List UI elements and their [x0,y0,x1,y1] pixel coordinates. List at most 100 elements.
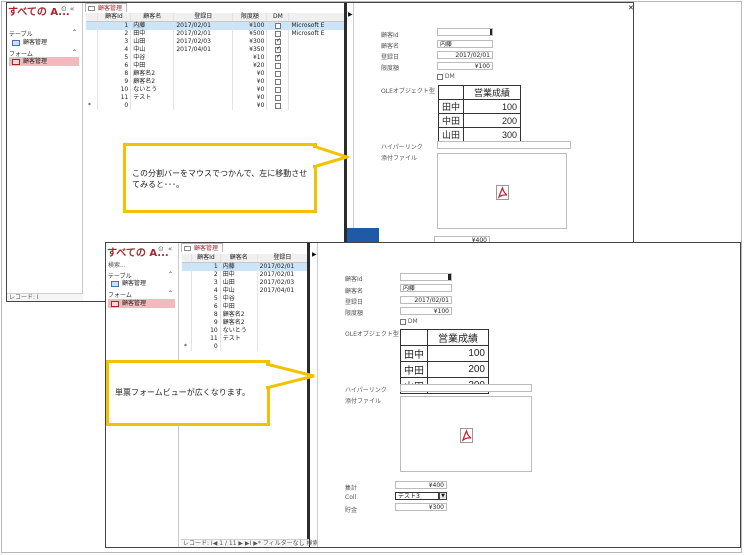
ole-object[interactable]: 営業成績田中100中田200山田300 [437,85,522,142]
name-cell[interactable]: 中谷 [220,295,258,303]
table-row[interactable]: 3 山田 2017/02/03 [182,279,309,287]
limit-field[interactable]: ¥100 [437,62,493,70]
attachment-cell[interactable] [288,70,346,78]
date-cell[interactable]: 2017/02/01 [257,271,309,279]
attachment-cell[interactable] [288,38,346,46]
dm-cell[interactable] [266,21,290,30]
attachment-cell[interactable] [288,54,346,62]
row-selector[interactable] [182,295,193,303]
id-cell[interactable]: 10 [191,327,221,335]
row-selector[interactable] [182,311,193,319]
dm-cell[interactable] [266,86,290,94]
coll-combo[interactable]: テスト3 [395,492,439,500]
row-selector[interactable] [182,319,193,327]
table-row[interactable]: 10 ないとう ¥0 [86,86,346,94]
name-field[interactable]: 内藤 [400,284,452,292]
id-cell[interactable]: 10 [97,86,132,94]
date-cell[interactable]: 2017/04/01 [173,46,234,54]
row-selector[interactable] [182,327,193,335]
checkbox-icon[interactable] [274,53,281,61]
checkbox-icon[interactable] [274,78,281,85]
hyperlink-field[interactable] [437,141,571,149]
checkbox-icon[interactable] [274,62,281,69]
name-cell[interactable]: ないとう [220,327,258,335]
date-cell[interactable] [257,303,309,311]
attachment-cell[interactable] [288,94,346,102]
nav-collapse-icon[interactable]: « [70,5,74,13]
name-cell[interactable]: ないとう [130,86,175,94]
attachment-cell[interactable] [288,46,346,54]
pdf-icon[interactable] [496,185,509,200]
table-row[interactable]: * 0 [182,343,309,351]
id-field[interactable] [437,28,493,36]
nav-section-tables[interactable]: テーブル ⌃ [9,29,79,38]
id-cell[interactable]: 2 [97,30,132,38]
checkbox-icon[interactable] [274,102,281,109]
date-cell[interactable] [257,343,309,351]
id-field[interactable] [400,273,452,281]
nav-collapse-icon[interactable]: « [168,245,172,253]
limit-cell[interactable]: ¥0 [232,102,268,110]
attachment-field[interactable] [400,396,532,472]
table-row[interactable]: 2 田中 2017/02/01 [182,271,309,279]
limit-cell[interactable]: ¥0 [232,70,268,78]
name-cell[interactable]: 内藤 [220,262,258,271]
row-selector[interactable] [86,94,98,102]
table-row[interactable]: 6 中田 ¥20 [86,62,346,70]
limit-cell[interactable]: ¥10 [232,54,268,62]
attachment-field[interactable] [437,153,567,229]
row-selector[interactable] [182,303,193,311]
table-row[interactable]: 6 中田 [182,303,309,311]
name-cell[interactable]: 顧客名2 [130,70,175,78]
nav-item-form[interactable]: 顧客管理 [108,299,175,308]
record-navigator[interactable]: レコード: I◀ 1 / 11 ▶ ▶I ▶* フィルターなし 検索 [181,539,319,547]
hyperlink-field[interactable] [400,384,532,392]
date-cell[interactable]: 2017/02/03 [173,38,234,46]
limit-cell[interactable]: ¥0 [232,78,268,86]
nav-item-form[interactable]: 顧客管理 [9,57,79,66]
date-field[interactable]: 2017/02/01 [437,51,493,59]
row-selector[interactable] [86,70,98,78]
checkbox-icon[interactable] [274,86,281,93]
date-cell[interactable]: 2017/04/01 [257,287,309,295]
nav-options-icon[interactable]: ⊙ [158,245,164,253]
nav-item-table[interactable]: 顧客管理 [108,279,175,288]
dm-cell[interactable] [266,102,290,110]
row-selector[interactable] [86,86,98,94]
id-cell[interactable]: 6 [191,303,221,311]
name-cell[interactable]: 顧客名2 [220,311,258,319]
table-row[interactable]: 11 テスト ¥0 [86,94,346,102]
table-row[interactable]: 11 テスト [182,335,309,343]
attachment-cell[interactable] [288,78,346,86]
table-row[interactable]: 1 内藤 2017/02/01 [182,262,309,271]
name-cell[interactable]: 内藤 [130,21,175,30]
date-field[interactable]: 2017/02/01 [400,296,452,304]
table-row[interactable]: 5 中谷 ¥10 [86,53,346,62]
row-selector[interactable] [182,335,193,343]
table-row[interactable]: 2 田中 2017/02/01 ¥500 Microsoft E [86,30,346,38]
limit-cell[interactable]: ¥0 [232,94,268,102]
row-selector[interactable] [182,279,193,287]
id-cell[interactable]: 3 [191,279,221,287]
column-header[interactable]: DM [266,13,290,22]
dm-cell[interactable] [266,53,290,62]
row-selector[interactable] [86,54,98,62]
limit-cell[interactable]: ¥300 [232,38,268,46]
date-cell[interactable]: 2017/02/01 [173,30,234,38]
id-cell[interactable]: 5 [191,295,221,303]
dm-cell[interactable] [266,94,290,102]
checkbox-icon[interactable] [274,70,281,77]
name-field[interactable]: 内藤 [437,40,493,48]
table-row[interactable]: 4 中山 2017/04/01 [182,287,309,295]
date-cell[interactable] [173,62,234,70]
attachment-cell[interactable] [288,102,346,110]
table-row[interactable]: 8 顧客名2 [182,311,309,319]
row-selector[interactable] [86,21,98,30]
row-selector[interactable] [86,78,98,86]
dm-cell[interactable] [266,62,290,70]
date-cell[interactable] [173,86,234,94]
id-cell[interactable]: 3 [97,38,132,46]
row-selector[interactable] [182,287,193,295]
table-row[interactable]: 9 顧客名2 [182,319,309,327]
table-row[interactable]: 1 内藤 2017/02/01 ¥100 Microsoft E [86,21,346,30]
